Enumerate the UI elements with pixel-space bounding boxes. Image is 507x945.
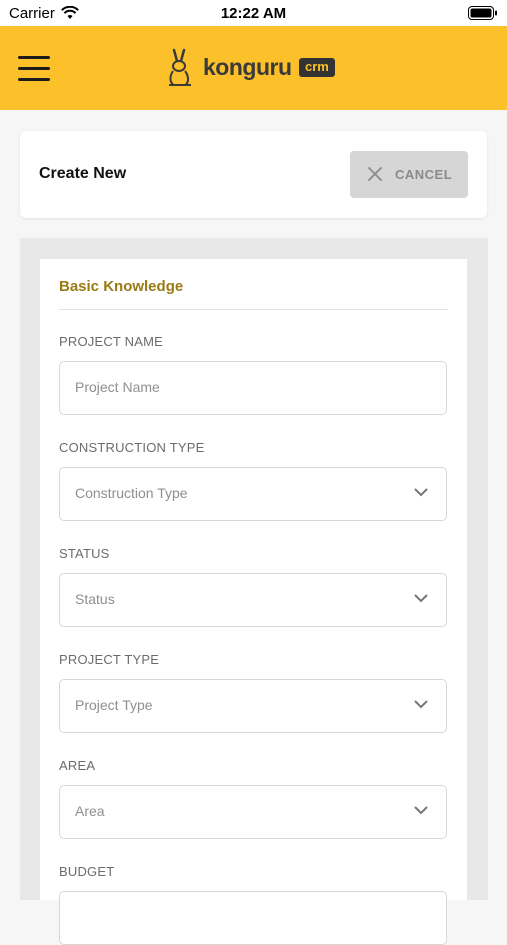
area-label: AREA [59,758,96,773]
status-select[interactable]: Status [59,573,447,627]
close-icon [368,167,382,181]
status-label: STATUS [59,546,110,561]
construction-type-placeholder: Construction Type [75,485,188,501]
kangaroo-icon [169,48,191,86]
project-type-placeholder: Project Type [75,697,153,713]
construction-type-label: CONSTRUCTION TYPE [59,440,205,455]
create-new-card: Create New CANCEL [20,131,487,218]
area-placeholder: Area [75,803,105,819]
cancel-button[interactable]: CANCEL [350,151,468,198]
logo-badge: crm [299,58,335,77]
project-type-label: PROJECT TYPE [59,652,160,667]
budget-input[interactable] [59,891,447,945]
logo-wordmark: konguru [203,54,292,80]
section-title: Basic Knowledge [59,278,184,295]
chevron-down-icon [414,488,428,497]
area-select[interactable]: Area [59,785,447,839]
budget-label: BUDGET [59,864,115,879]
clock: 12:22 AM [220,5,287,22]
status-placeholder: Status [75,591,115,607]
project-name-label: PROJECT NAME [59,334,164,349]
hamburger-menu-button[interactable] [18,56,50,82]
chevron-down-icon [414,700,428,709]
project-name-input[interactable]: Project Name [59,361,447,415]
section-divider [59,309,448,310]
page-title: Create New [39,165,127,182]
cancel-button-label: CANCEL [395,167,453,182]
chevron-down-icon [414,806,428,815]
chevron-down-icon [414,594,428,603]
project-type-select[interactable]: Project Type [59,679,447,733]
app-header: konguru crm [0,26,507,110]
battery-icon [468,6,497,20]
status-bar: Carrier 12:22 AM [0,0,507,26]
basic-knowledge-form: Basic Knowledge PROJECT NAME Project Nam… [40,259,467,945]
project-name-placeholder: Project Name [75,379,160,395]
form-container: Basic Knowledge PROJECT NAME Project Nam… [20,238,488,945]
construction-type-select[interactable]: Construction Type [59,467,447,521]
